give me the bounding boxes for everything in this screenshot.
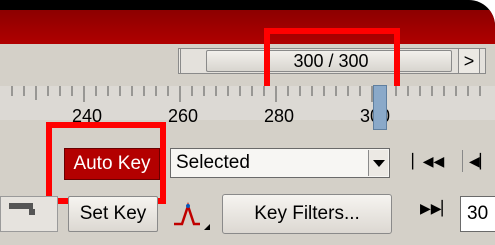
dropdown-arrow-button[interactable] [368,150,388,176]
previous-frame-icon: ◀▏ [469,152,491,169]
key-mode-value: Selected [176,152,250,173]
key-filters-label: Key Filters... [254,203,360,224]
previous-frame-button[interactable]: ◀▏ [462,150,491,172]
key-mode-toggle-button[interactable] [0,196,58,232]
next-arrow-icon: > [463,50,475,71]
chevron-down-icon [372,159,385,167]
time-slider-next-button[interactable]: > [458,48,480,74]
key-filters-button[interactable]: Key Filters... [222,194,392,234]
curve-editor-button[interactable] [168,194,212,234]
go-to-start-button[interactable]: ▏◀◀ [412,150,444,172]
current-frame-marker[interactable] [373,85,387,130]
ruler-tick-label: 260 [168,106,199,126]
auto-key-highlight [46,122,166,204]
max-animation-controls: < 300 / 300 > [0,0,495,245]
key-mode-toggle-icon [9,203,35,215]
animation-mode-strip [0,10,495,44]
current-frame-field[interactable]: 30 [460,196,495,232]
ruler-tick-label: 280 [264,106,295,126]
current-frame-value: 30 [467,203,489,224]
go-to-end-icon[interactable]: ▶▶▏ [420,200,452,217]
set-key-label: Set Key [79,203,147,224]
go-to-start-icon: ▏◀◀ [412,152,445,169]
set-key-button[interactable]: Set Key [68,196,158,232]
curve-editor-icon [174,202,210,230]
